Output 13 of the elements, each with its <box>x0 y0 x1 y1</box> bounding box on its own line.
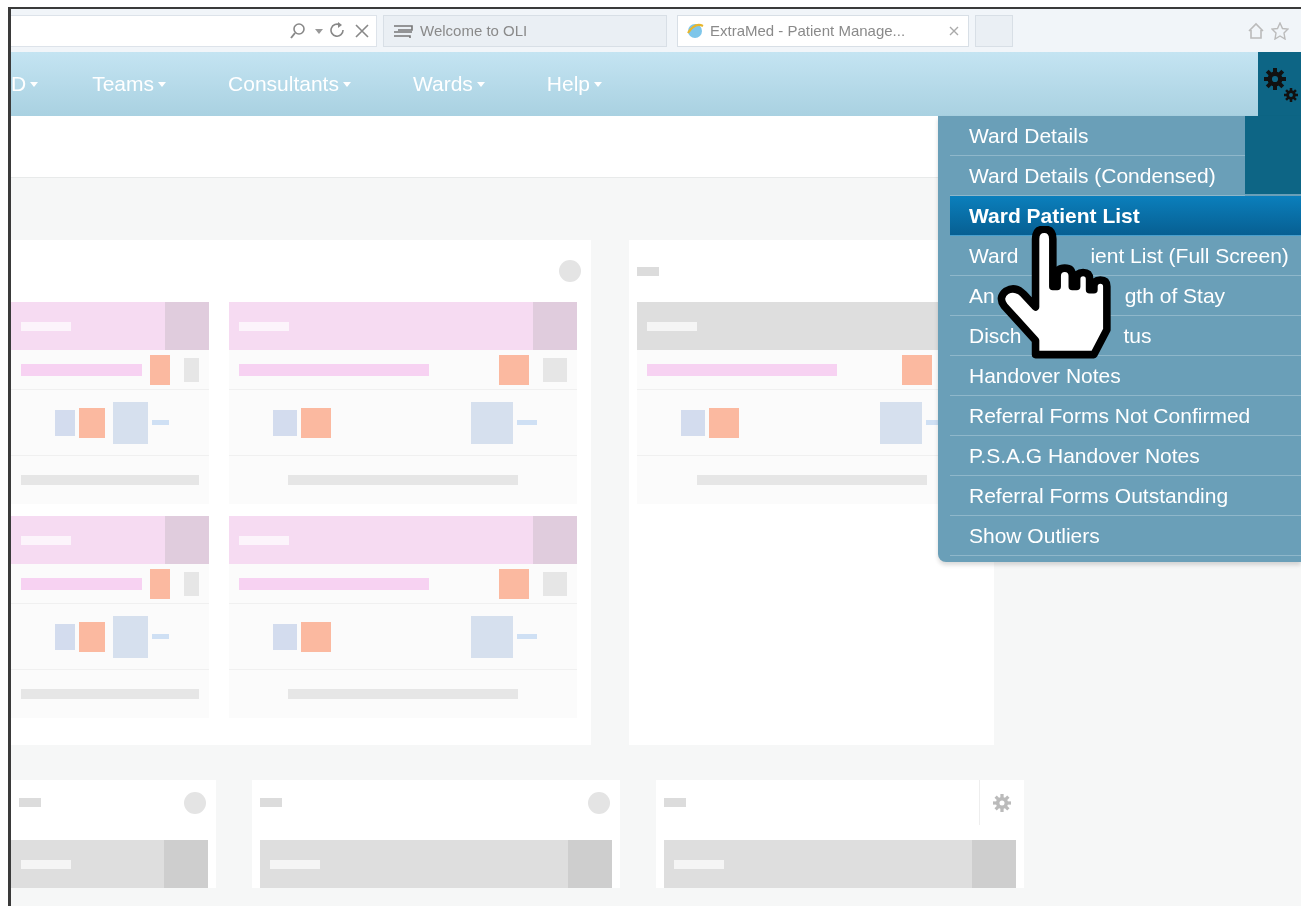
nav-menu[interactable]: Help <box>532 72 617 96</box>
nav-menu[interactable]: Consultants <box>214 72 365 96</box>
browser-tab[interactable]: ExtraMed - Patient Manage... <box>677 14 969 47</box>
nav-menu[interactable]: D <box>11 72 53 96</box>
menu-item[interactable]: Referral Forms Outstanding <box>950 476 1301 516</box>
nav-menu[interactable]: Wards <box>398 72 499 96</box>
menu-item[interactable]: Referral Forms Not Confirmed <box>950 396 1301 436</box>
menu-item[interactable]: Ward Patient List <box>950 196 1301 236</box>
menu-item[interactable]: Show Outliers <box>950 516 1301 556</box>
nav-menu[interactable]: Teams <box>78 72 181 96</box>
menu-item[interactable]: Ward Details <box>950 116 1245 156</box>
menu-item[interactable]: P.S.A.G Handover Notes <box>950 436 1301 476</box>
browser-tab[interactable]: Welcome to OLI <box>383 14 667 47</box>
